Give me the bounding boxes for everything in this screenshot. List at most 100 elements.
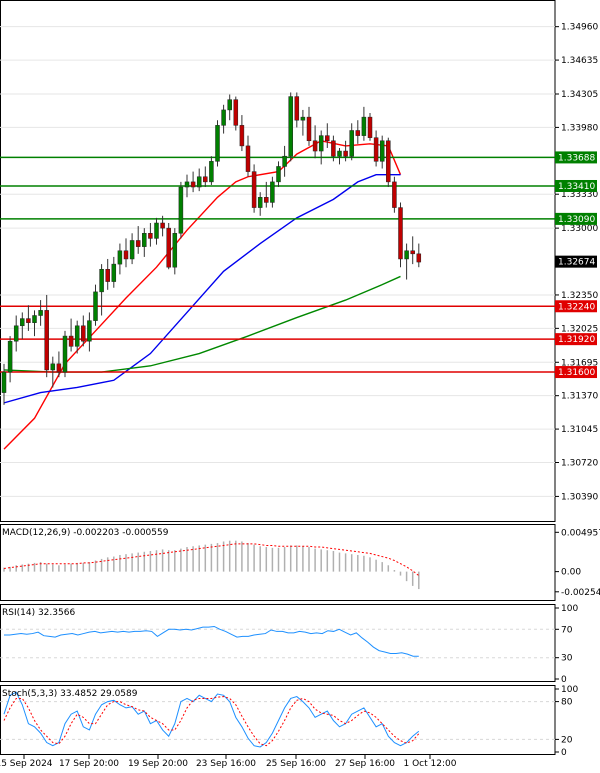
candle-body [325, 135, 330, 142]
time-tick-label: 1 Oct 12:00 [404, 759, 457, 769]
candle-body [276, 166, 281, 183]
stoch-tick-label: 80 [561, 698, 573, 708]
candle-body [93, 291, 98, 321]
candle-body [331, 140, 336, 157]
stoch-k-line [3, 691, 420, 748]
macd-tick-label: 0.004957 [561, 528, 600, 538]
candle-body [87, 320, 92, 342]
candle-body [318, 135, 324, 152]
time-tick-label: 17 Sep 20:00 [59, 759, 119, 769]
price-tick-label: 1.30720 [561, 458, 598, 468]
candle-body [227, 99, 232, 111]
candle-body [245, 145, 251, 172]
level-price-label: 1.32240 [558, 302, 595, 312]
candle-body [367, 116, 373, 138]
candle-body [257, 197, 263, 208]
price-tick-label: 1.31370 [561, 392, 598, 402]
macd-tick-label: 0.00 [561, 568, 581, 578]
stoch-label: Stoch(5,3,3) 33.4852 29.0589 [2, 689, 138, 699]
price-tick-label: 1.33980 [561, 123, 598, 133]
candle-body [190, 181, 196, 188]
candle-body [386, 140, 391, 183]
chart-svg: 1.349601.346351.343051.339801.333301.330… [0, 0, 600, 769]
macd-tick-label: -0.002544 [561, 588, 600, 598]
candle-body [184, 181, 190, 188]
candle-body [264, 197, 269, 203]
candle-body [172, 233, 178, 268]
candle-body [282, 155, 287, 167]
candle-body [123, 250, 129, 260]
level-price-label: 1.31920 [558, 335, 595, 345]
candle-body [355, 130, 361, 136]
panel-frame-2 [0, 604, 556, 682]
candle-body [26, 318, 31, 323]
candle-body [373, 137, 379, 162]
candle-body [99, 269, 104, 293]
candle-body [398, 207, 403, 260]
price-tick-label: 1.32350 [561, 291, 598, 301]
candle-body [221, 109, 226, 126]
candle-body [203, 176, 208, 183]
candle-body [117, 250, 123, 265]
macd-label: MACD(12,26,9) -0.002203 -0.000559 [2, 528, 169, 538]
price-tick-label: 1.30390 [561, 492, 598, 502]
candle-body [105, 269, 110, 282]
price-tick-label: 1.34305 [561, 90, 598, 100]
time-tick-label: 15 Sep 2024 [0, 759, 53, 769]
candle-body [251, 171, 257, 208]
time-tick-label: 19 Sep 20:00 [128, 759, 188, 769]
price-tick-label: 1.32025 [561, 324, 598, 334]
trading-chart: 1.34960 1.34635 1.34305 1.33980 1.33330 1.330… [0, 0, 600, 769]
price-tick-label: 1.31045 [561, 425, 598, 435]
candle-body [166, 227, 171, 268]
rsi-tick-label: 70 [561, 625, 573, 635]
stoch-tick-label: 100 [561, 685, 578, 695]
candle-body [13, 325, 19, 342]
candle-body [288, 96, 293, 157]
candle-body [312, 140, 318, 152]
rsi-tick-label: 0 [561, 675, 567, 685]
level-price-label: 1.33410 [558, 182, 595, 192]
candle-body [416, 253, 422, 263]
candle-body [68, 335, 74, 347]
candle-body [215, 125, 220, 162]
candle-body [337, 150, 342, 157]
candle-body [178, 186, 184, 234]
candle-body [343, 150, 348, 157]
candle-body [300, 116, 306, 121]
candle-body [306, 116, 312, 142]
stoch-tick-label: 0 [561, 748, 567, 758]
candle-body [209, 161, 214, 183]
candle-body [135, 240, 141, 247]
level-price-label: 1.33688 [558, 153, 595, 163]
current-price-label: 1.32674 [558, 258, 595, 268]
candle-body [392, 181, 397, 208]
rsi-tick-label: 100 [561, 604, 578, 614]
candle-body [50, 363, 56, 371]
candle-body [32, 315, 37, 323]
candle-body [270, 181, 275, 203]
time-tick-label: 27 Sep 16:00 [335, 759, 395, 769]
candle-body [148, 233, 153, 239]
stoch-tick-label: 20 [561, 735, 573, 745]
candle-body [154, 222, 159, 239]
rsi-line [4, 625, 419, 657]
candle-body [160, 222, 165, 229]
candle-body [239, 125, 245, 147]
candle-body [44, 310, 49, 371]
candle-body [196, 176, 202, 188]
candle-body [142, 233, 147, 247]
panel-frame-0 [0, 0, 556, 522]
candle-body [81, 325, 86, 342]
time-tick-label: 25 Sep 16:00 [266, 759, 326, 769]
candle-body [404, 250, 409, 260]
candle-body [38, 310, 43, 316]
rsi-tick-label: 30 [561, 654, 573, 664]
candle-body [349, 130, 354, 157]
candle-body [111, 263, 117, 282]
candle-body [74, 325, 80, 347]
candle-body [1, 371, 7, 393]
price-tick-label: 1.34635 [561, 56, 598, 66]
price-tick-label: 1.34960 [561, 23, 598, 33]
time-tick-label: 23 Sep 16:00 [196, 759, 256, 769]
